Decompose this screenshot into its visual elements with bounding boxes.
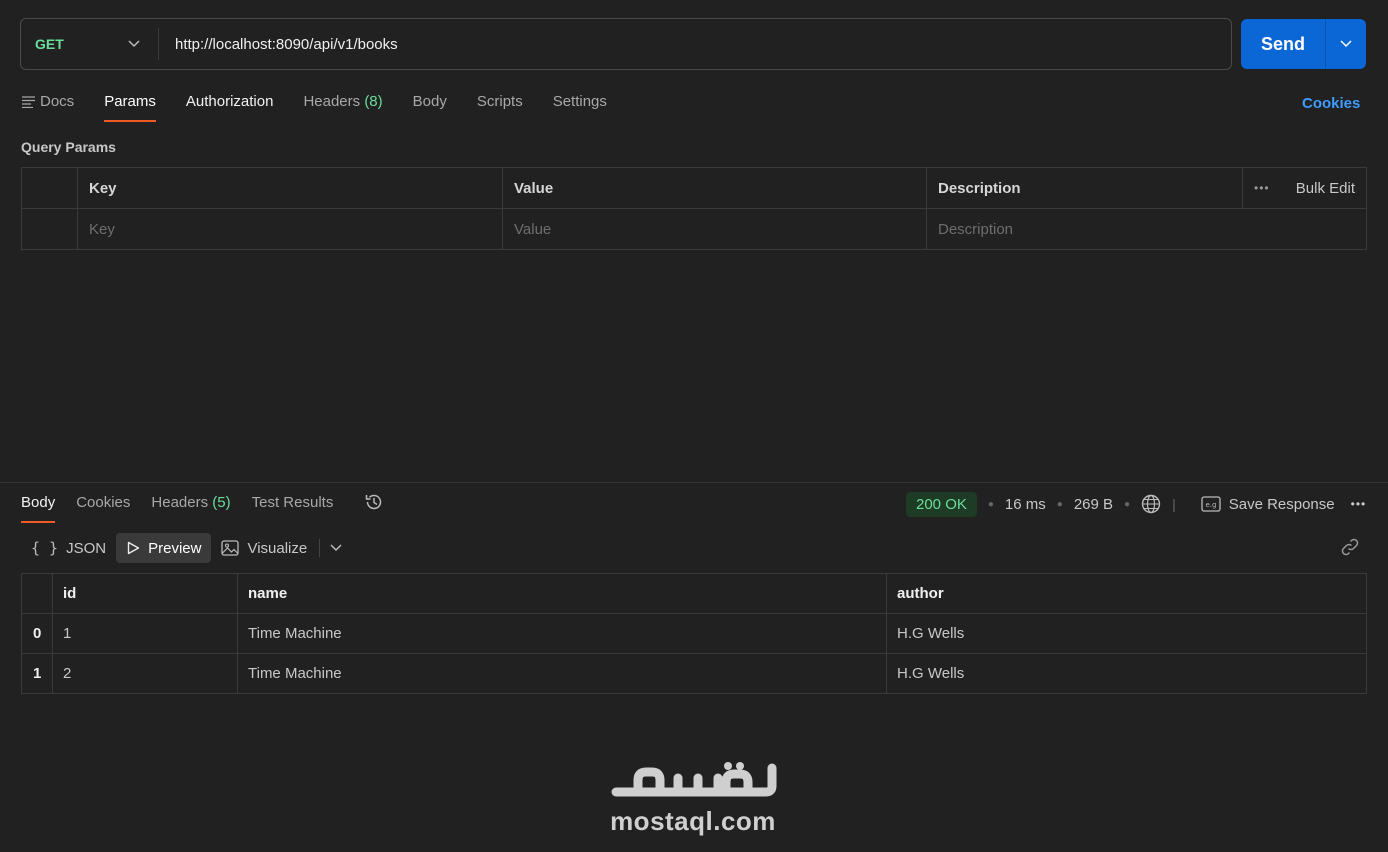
params-key-header: Key bbox=[77, 167, 503, 209]
response-tab-cookies[interactable]: Cookies bbox=[76, 493, 130, 523]
separator-dot: ● bbox=[1056, 498, 1063, 510]
results-id-header: id bbox=[52, 573, 238, 614]
results-header-row: id name author bbox=[21, 573, 1367, 614]
param-key-input[interactable]: Key bbox=[77, 208, 503, 250]
param-description-input[interactable]: Description bbox=[926, 208, 1367, 250]
svg-text:e.g: e.g bbox=[1205, 501, 1216, 509]
params-header-row: Key Value Description ••• Bulk Edit bbox=[21, 167, 1367, 209]
tab-headers[interactable]: Headers (8) bbox=[303, 92, 382, 122]
view-visualize-button[interactable]: Visualize bbox=[211, 533, 317, 563]
tab-body[interactable]: Body bbox=[413, 92, 447, 122]
bulk-edit-cell: ••• Bulk Edit bbox=[1242, 167, 1367, 209]
chevron-down-icon bbox=[1340, 40, 1352, 48]
params-checkbox-header bbox=[21, 167, 78, 209]
response-view-toolbar: { } JSON Preview Visualize bbox=[21, 533, 348, 563]
view-preview-label: Preview bbox=[148, 539, 202, 557]
separator-dot: ● bbox=[987, 498, 994, 510]
row-index: 1 bbox=[21, 653, 53, 694]
row-index: 0 bbox=[21, 613, 53, 654]
params-value-header: Value bbox=[502, 167, 927, 209]
cell-author: H.G Wells bbox=[886, 653, 1367, 694]
more-options-icon[interactable]: ••• bbox=[1254, 181, 1270, 195]
cell-name: Time Machine bbox=[237, 653, 887, 694]
view-json-button[interactable]: { } JSON bbox=[21, 533, 116, 563]
tab-authorization[interactable]: Authorization bbox=[186, 92, 274, 122]
separator-bar: | bbox=[1172, 496, 1176, 512]
watermark-text: mostaql.com bbox=[610, 806, 776, 836]
bulk-edit-button[interactable]: Bulk Edit bbox=[1296, 180, 1355, 197]
tab-docs[interactable]: Docs bbox=[22, 92, 74, 122]
url-input[interactable]: http://localhost:8090/api/v1/books bbox=[159, 36, 398, 53]
tab-scripts[interactable]: Scripts bbox=[477, 92, 523, 122]
view-visualize-label: Visualize bbox=[247, 539, 308, 557]
cookies-link[interactable]: Cookies bbox=[1302, 95, 1360, 112]
tab-settings[interactable]: Settings bbox=[553, 92, 607, 122]
table-row: 1 2 Time Machine H.G Wells bbox=[21, 653, 1367, 694]
status-badge[interactable]: 200 OK bbox=[906, 491, 977, 517]
response-size[interactable]: 269 B bbox=[1074, 496, 1113, 513]
results-author-header: author bbox=[886, 573, 1367, 614]
params-description-header: Description bbox=[926, 167, 1243, 209]
tab-params[interactable]: Params bbox=[104, 92, 156, 122]
response-time[interactable]: 16 ms bbox=[1005, 496, 1046, 513]
headers-count-badge: (8) bbox=[364, 93, 383, 110]
save-example-icon: e.g bbox=[1201, 496, 1221, 512]
send-button-group: Send bbox=[1241, 19, 1366, 69]
view-preview-button[interactable]: Preview bbox=[116, 533, 212, 563]
query-params-table: Key Value Description ••• Bulk Edit Key … bbox=[21, 167, 1367, 250]
params-row-checkbox bbox=[21, 208, 78, 250]
send-options-button[interactable] bbox=[1326, 19, 1366, 69]
toolbar-divider bbox=[319, 539, 321, 557]
send-button[interactable]: Send bbox=[1241, 19, 1326, 69]
play-icon bbox=[127, 541, 140, 555]
separator-dot: ● bbox=[1124, 498, 1131, 510]
response-status-bar: 200 OK ● 16 ms ● 269 B ● | e.g Save Resp… bbox=[906, 490, 1366, 518]
response-headers-count: (5) bbox=[212, 494, 231, 511]
cell-id: 2 bbox=[52, 653, 238, 694]
image-icon bbox=[221, 540, 240, 556]
chevron-down-icon bbox=[330, 544, 342, 552]
param-value-input[interactable]: Value bbox=[502, 208, 927, 250]
mostaql-logo bbox=[611, 762, 777, 797]
history-icon[interactable] bbox=[364, 492, 384, 512]
cell-name: Time Machine bbox=[237, 613, 887, 654]
request-tabs: Docs Params Authorization Headers (8) Bo… bbox=[22, 92, 637, 122]
view-json-label: JSON bbox=[66, 539, 107, 557]
method-select[interactable]: GET bbox=[21, 28, 159, 60]
url-bar: GET http://localhost:8090/api/v1/books bbox=[20, 18, 1232, 70]
docs-icon bbox=[22, 96, 35, 109]
more-options-icon[interactable]: ••• bbox=[1351, 497, 1367, 511]
table-row: 0 1 Time Machine H.G Wells bbox=[21, 613, 1367, 654]
cell-author: H.G Wells bbox=[886, 613, 1367, 654]
mostaql-watermark: mostaql.com bbox=[603, 752, 783, 837]
save-response-label: Save Response bbox=[1228, 495, 1335, 513]
tab-headers-label: Headers bbox=[303, 93, 361, 110]
response-tabs: Body Cookies Headers (5) Test Results bbox=[21, 493, 384, 523]
response-tab-headers[interactable]: Headers (5) bbox=[151, 493, 230, 523]
response-tab-body[interactable]: Body bbox=[21, 493, 56, 523]
globe-icon[interactable] bbox=[1141, 494, 1161, 514]
response-tab-test-results[interactable]: Test Results bbox=[252, 493, 334, 523]
visualize-dropdown-button[interactable] bbox=[324, 533, 348, 563]
response-headers-label: Headers bbox=[151, 494, 209, 511]
cell-id: 1 bbox=[52, 613, 238, 654]
pane-divider[interactable] bbox=[0, 482, 1388, 483]
params-empty-row: Key Value Description bbox=[21, 208, 1367, 250]
link-icon[interactable] bbox=[1340, 537, 1360, 557]
method-label: GET bbox=[35, 36, 64, 52]
chevron-down-icon bbox=[128, 40, 140, 48]
braces-icon: { } bbox=[31, 539, 59, 557]
results-name-header: name bbox=[237, 573, 887, 614]
response-preview-table: id name author 0 1 Time Machine H.G Well… bbox=[21, 573, 1367, 694]
results-index-header bbox=[21, 573, 53, 614]
tab-docs-label: Docs bbox=[40, 93, 75, 110]
save-response-button[interactable]: e.g Save Response bbox=[1201, 496, 1335, 513]
query-params-title: Query Params bbox=[21, 139, 116, 155]
